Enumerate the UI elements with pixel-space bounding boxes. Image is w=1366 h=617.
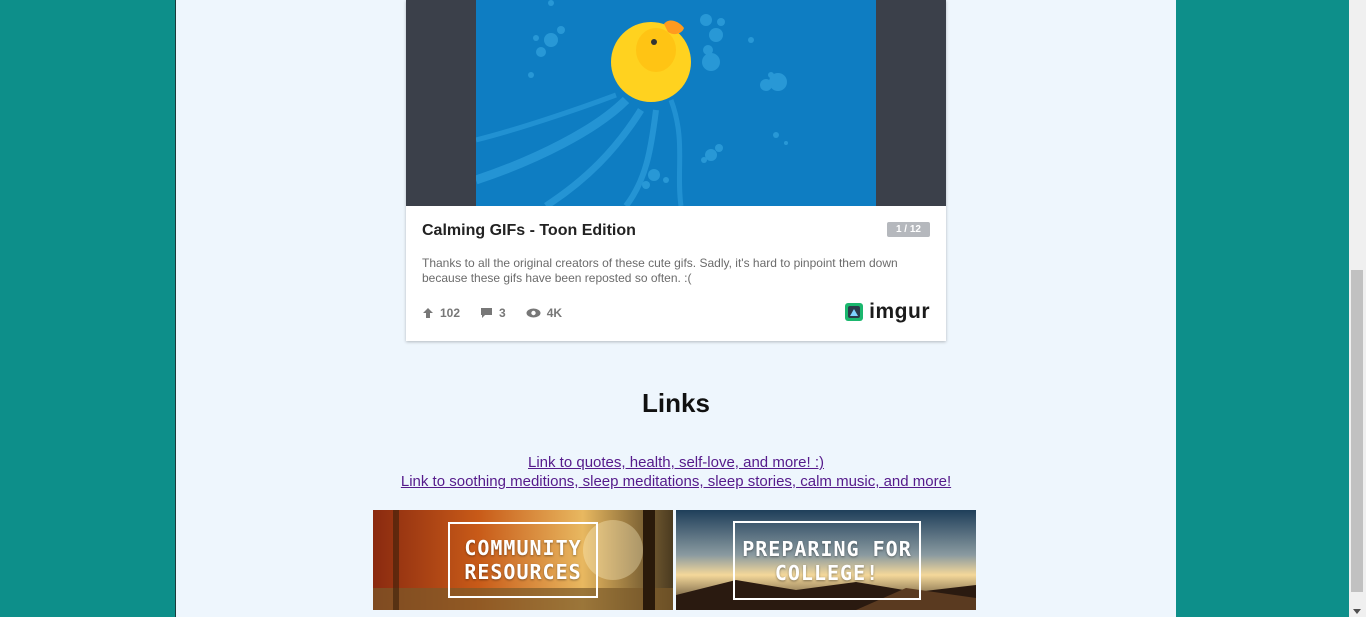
stats-bar: 102 3 4K — [422, 306, 582, 320]
quotes-health-link[interactable]: Link to quotes, health, self-love, and m… — [176, 454, 1176, 471]
banner-title: COMMUNITY RESOURCES — [464, 536, 582, 584]
view-count: 4K — [546, 306, 563, 320]
community-resources-banner[interactable]: COMMUNITY RESOURCES — [373, 510, 673, 610]
view-stat: 4K — [526, 306, 562, 320]
imgur-logo[interactable]: imgur — [845, 300, 930, 324]
rubber-duck-gif-image — [476, 0, 876, 206]
comment-count: 3 — [499, 306, 506, 320]
comment-stat[interactable]: 3 — [480, 306, 506, 320]
banner-frame: PREPARING FOR COLLEGE! — [733, 521, 921, 600]
gallery-title[interactable]: Calming GIFs - Toon Edition — [422, 222, 636, 240]
page-content: Calming GIFs - Toon Edition 1 / 12 Thank… — [175, 0, 1176, 617]
imgur-logo-icon — [845, 303, 864, 321]
vertical-scrollbar[interactable] — [1349, 0, 1366, 617]
preparing-for-college-banner[interactable]: PREPARING FOR COLLEGE! — [676, 510, 976, 610]
imgur-brand-text: imgur — [869, 300, 930, 323]
imgur-embed-card[interactable]: Calming GIFs - Toon Edition 1 / 12 Thank… — [406, 0, 946, 341]
comment-bubble-icon — [481, 308, 493, 318]
gif-media[interactable] — [406, 0, 946, 206]
scroll-down-arrow-icon[interactable] — [1353, 609, 1361, 614]
meditations-link[interactable]: Link to soothing meditions, sleep medita… — [176, 473, 1176, 490]
banner-title: PREPARING FOR COLLEGE! — [742, 536, 912, 585]
scrollbar-thumb[interactable] — [1351, 270, 1363, 592]
upvote-arrow-icon — [423, 308, 433, 318]
image-counter-badge: 1 / 12 — [886, 222, 930, 237]
gallery-description: Thanks to all the original creators of t… — [422, 256, 898, 285]
upvote-stat[interactable]: 102 — [422, 306, 460, 320]
banner-frame: COMMUNITY RESOURCES — [448, 522, 598, 598]
upvote-count: 102 — [440, 306, 461, 320]
eye-icon — [526, 308, 541, 318]
links-heading: Links — [642, 388, 710, 418]
